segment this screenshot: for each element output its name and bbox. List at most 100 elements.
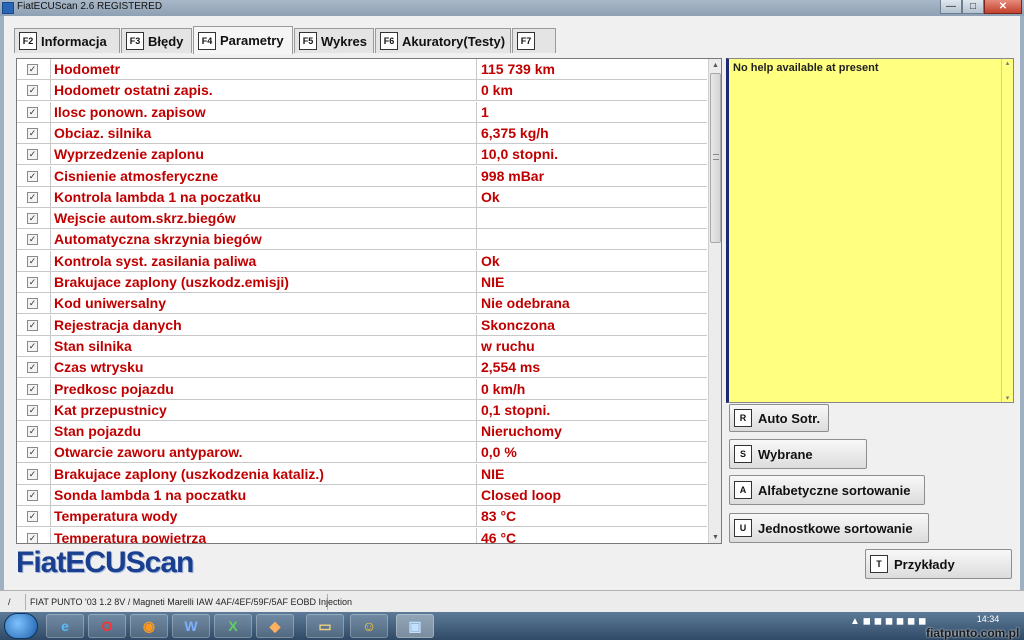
word-icon[interactable]: W [172, 614, 210, 638]
alphabetical-sort-button[interactable]: A Alfabetyczne sortowanie [729, 475, 925, 505]
parameter-checkbox[interactable]: ✓ [27, 234, 38, 245]
scroll-down-icon[interactable]: ▾ [1002, 394, 1013, 402]
tab-bledy[interactable]: F3 Błędy [121, 28, 192, 53]
parameter-checkbox[interactable]: ✓ [27, 298, 38, 309]
parameter-checkbox[interactable]: ✓ [27, 490, 38, 501]
parameter-row[interactable]: ✓ Hodometr ostatni zapis. 0 km [17, 80, 707, 101]
status-bar: / FIAT PUNTO '03 1.2 8V / Magneti Marell… [0, 590, 1024, 612]
parameter-checkbox[interactable]: ✓ [27, 426, 38, 437]
checkbox-cell: ✓ [17, 208, 51, 229]
checkbox-cell: ✓ [17, 506, 51, 527]
parameter-value: Nie odebrana [481, 295, 570, 311]
parameter-value: 0 km [481, 82, 513, 98]
parameter-row[interactable]: ✓ Cisnienie atmosferyczne 998 mBar [17, 166, 707, 187]
scroll-down-icon[interactable]: ▼ [709, 531, 721, 543]
parameter-row[interactable]: ✓ Sonda lambda 1 na poczatku Closed loop [17, 485, 707, 506]
parameter-row[interactable]: ✓ Temperatura wody 83 °C [17, 506, 707, 527]
checkbox-cell: ✓ [17, 272, 51, 293]
parameter-row[interactable]: ✓ Kontrola syst. zasilania paliwa Ok [17, 251, 707, 272]
tab-f7[interactable]: F7 [512, 28, 556, 53]
parameter-row[interactable]: ✓ Hodometr 115 739 km [17, 59, 707, 80]
parameter-checkbox[interactable]: ✓ [27, 320, 38, 331]
parameter-row[interactable]: ✓ Predkosc pojazdu 0 km/h [17, 379, 707, 400]
scroll-thumb[interactable] [710, 73, 721, 243]
parameter-checkbox[interactable]: ✓ [27, 362, 38, 373]
opera-icon[interactable]: O [88, 614, 126, 638]
tab-key: F4 [198, 31, 216, 50]
checkbox-cell: ✓ [17, 357, 51, 378]
parameter-row[interactable]: ✓ Kontrola lambda 1 na poczatku Ok [17, 187, 707, 208]
clock[interactable]: 14:34 [968, 614, 1008, 624]
parameter-value: 6,375 kg/h [481, 125, 549, 141]
parameter-checkbox[interactable]: ✓ [27, 107, 38, 118]
firefox-icon[interactable]: ◉ [130, 614, 168, 638]
checkbox-cell: ✓ [17, 251, 51, 272]
parameter-row[interactable]: ✓ Otwarcie zaworu antyparow. 0,0 % [17, 442, 707, 463]
smiley-icon[interactable]: ☺ [350, 614, 388, 638]
maximize-button[interactable]: □ [962, 0, 984, 14]
parameter-name: Automatyczna skrzynia biegów [52, 229, 477, 250]
close-button[interactable]: ✕ [984, 0, 1022, 14]
table-scrollbar[interactable]: ▲ ▼ [708, 59, 721, 543]
auto-sort-button[interactable]: R Auto Sotr. [729, 404, 829, 432]
tab-parametry[interactable]: F4 Parametry [193, 26, 293, 54]
parameter-row[interactable]: ✓ Wejscie autom.skrz.biegów [17, 208, 707, 229]
parameter-checkbox[interactable]: ✓ [27, 511, 38, 522]
minimize-button[interactable]: — [940, 0, 962, 14]
selected-button[interactable]: S Wybrane [729, 439, 867, 469]
parameter-checkbox[interactable]: ✓ [27, 469, 38, 480]
parameter-value: Skonczona [481, 317, 555, 333]
parameter-checkbox[interactable]: ✓ [27, 171, 38, 182]
button-key: T [870, 555, 888, 573]
parameter-checkbox[interactable]: ✓ [27, 128, 38, 139]
app-icon[interactable]: ◆ [256, 614, 294, 638]
parameter-checkbox[interactable]: ✓ [27, 533, 38, 543]
parameter-checkbox[interactable]: ✓ [27, 85, 38, 96]
parameter-checkbox[interactable]: ✓ [27, 256, 38, 267]
parameter-row[interactable]: ✓ Wyprzedzenie zaplonu 10,0 stopni. [17, 144, 707, 165]
tab-informacja[interactable]: F2 Informacja [14, 28, 120, 53]
button-label: Przykłady [894, 556, 955, 572]
title-bar: FiatECUScan 2.6 REGISTERED — □ ✕ [0, 0, 1024, 16]
parameter-checkbox[interactable]: ✓ [27, 64, 38, 75]
parameter-row[interactable]: ✓ Brakujace zaplony (uszkodzenia kataliz.… [17, 464, 707, 485]
parameter-checkbox[interactable]: ✓ [27, 447, 38, 458]
parameter-checkbox[interactable]: ✓ [27, 213, 38, 224]
parameter-checkbox[interactable]: ✓ [27, 149, 38, 160]
folder-icon[interactable]: ▭ [306, 614, 344, 638]
parameter-row[interactable]: ✓ Automatyczna skrzynia biegów [17, 229, 707, 250]
parameter-row[interactable]: ✓ Brakujace zaplony (uszkodz.emisji) NIE [17, 272, 707, 293]
parameter-row[interactable]: ✓ Kod uniwersalny Nie odebrana [17, 293, 707, 314]
examples-button[interactable]: T Przykłady [865, 549, 1012, 579]
parameter-row[interactable]: ✓ Rejestracja danych Skonczona [17, 315, 707, 336]
parameter-row[interactable]: ✓ Czas wtrysku 2,554 ms [17, 357, 707, 378]
scroll-up-icon[interactable]: ▴ [1002, 59, 1013, 67]
start-button[interactable] [4, 613, 38, 639]
parameter-row[interactable]: ✓ Stan silnika w ruchu [17, 336, 707, 357]
system-tray-icons[interactable]: ▲ ◼ ◼ ◼ ◼ ◼ ◼ [850, 616, 926, 627]
ie-icon[interactable]: e [46, 614, 84, 638]
parameter-row[interactable]: ✓ Ilosc ponown. zapisow 1 [17, 102, 707, 123]
fiatecuscan-task-icon[interactable]: ▣ [396, 614, 434, 638]
parameter-checkbox[interactable]: ✓ [27, 405, 38, 416]
tab-akuratory[interactable]: F6 Akuratory(Testy) [375, 28, 511, 53]
scroll-up-icon[interactable]: ▲ [709, 59, 721, 73]
excel-icon[interactable]: X [214, 614, 252, 638]
parameter-row[interactable]: ✓ Kat przepustnicy 0,1 stopni. [17, 400, 707, 421]
parameter-row[interactable]: ✓ Stan pojazdu Nieruchomy [17, 421, 707, 442]
parameter-row[interactable]: ✓ Obciaz. silnika 6,375 kg/h [17, 123, 707, 144]
help-scrollbar[interactable]: ▴ ▾ [1001, 59, 1013, 402]
parameter-checkbox[interactable]: ✓ [27, 384, 38, 395]
parameter-checkbox[interactable]: ✓ [27, 277, 38, 288]
tab-key: F5 [299, 32, 317, 50]
parameter-checkbox[interactable]: ✓ [27, 192, 38, 203]
parameter-name: Stan silnika [52, 336, 477, 357]
tab-key: F2 [19, 32, 37, 50]
tab-wykres[interactable]: F5 Wykres [294, 28, 374, 53]
parameter-row[interactable]: ✓ Temperatura powietrza 46 °C [17, 528, 707, 543]
parameter-value: 0 km/h [481, 381, 526, 397]
parameter-checkbox[interactable]: ✓ [27, 341, 38, 352]
unit-sort-button[interactable]: U Jednostkowe sortowanie [729, 513, 929, 543]
parameter-value: 2,554 ms [481, 359, 541, 375]
parameter-value: Ok [481, 189, 500, 205]
